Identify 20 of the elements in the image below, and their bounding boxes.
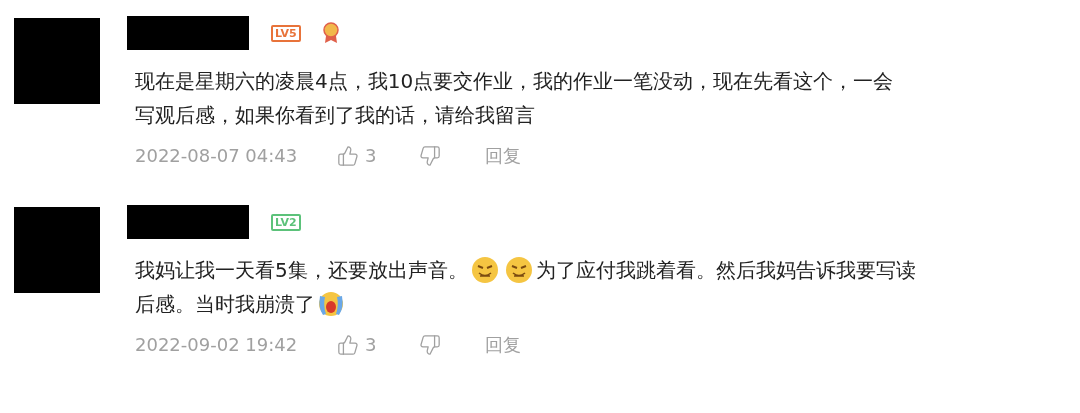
thumbs-up-icon [337,333,359,356]
level-badge: LV2 [271,213,301,231]
level-badge: LV5 [271,24,301,42]
comment-date: 2022-09-02 19:42 [135,333,299,357]
comment-text: 现在是星期六的凌晨4点，我10点要交作业，我的作业一笔没动，现在先看这个，一会 [135,68,894,95]
annoyed-face-icon [470,256,499,284]
crying-face-icon [317,290,345,318]
reply-button[interactable]: 回复 [485,142,521,169]
comment-date: 2022-08-07 04:43 [135,144,299,168]
comment-text: 我妈让我一天看5集，还要放出声音。 [135,257,468,284]
annoyed-face-icon [504,256,533,284]
like-button[interactable]: 3 [337,331,419,358]
reply-button[interactable]: 回复 [485,331,521,358]
comment-text: 为了应付我跳着看。然后我妈告诉我要写读 [535,257,916,284]
like-button[interactable]: 3 [337,142,419,169]
comment-text: 写观后感，如果你看到了我的话，请给我留言 [135,102,535,129]
thumbs-down-icon [419,144,441,167]
comment-text: 后感。当时我崩溃了 [135,291,315,318]
thumbs-down-icon [419,333,441,356]
thumbs-up-icon [337,144,359,167]
